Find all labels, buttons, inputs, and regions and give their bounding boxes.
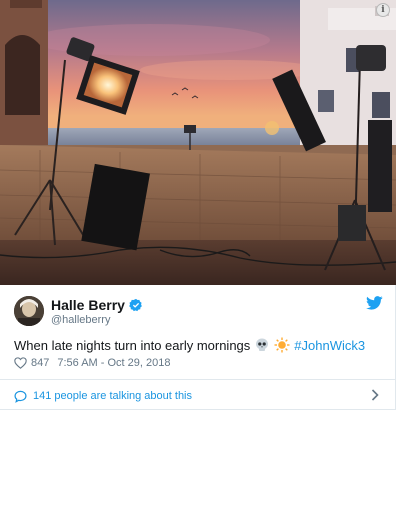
embedded-tweet-card[interactable]: i Halle Berry @halleberry When late nigh…: [0, 0, 396, 410]
tweet-header: Halle Berry @halleberry: [14, 294, 383, 330]
author-name-row[interactable]: Halle Berry: [51, 297, 143, 313]
speech-bubble-icon: [14, 390, 27, 403]
tweet-photo[interactable]: i: [0, 0, 396, 285]
conversation-link[interactable]: 141 people are talking about this: [14, 387, 379, 405]
conversation-label[interactable]: 141 people are talking about this: [33, 390, 192, 402]
avatar[interactable]: [14, 296, 44, 326]
twitter-bird-icon[interactable]: [366, 296, 383, 310]
hashtag-link[interactable]: #JohnWick3: [294, 338, 365, 353]
chevron-right-icon[interactable]: [371, 389, 379, 401]
tweet-body: When late nights turn into early morning…: [14, 337, 251, 353]
heart-icon[interactable]: [14, 357, 27, 369]
verified-badge-icon: [129, 298, 142, 312]
divider: [0, 379, 395, 380]
skull-emoji-icon: [254, 337, 270, 353]
tweet-text: When late nights turn into early morning…: [14, 337, 385, 353]
like-count[interactable]: 847: [31, 357, 49, 369]
tweet-meta: 847 7:56 AM - Oct 29, 2018: [14, 357, 170, 369]
author-handle[interactable]: @halleberry: [51, 314, 110, 326]
info-icon[interactable]: i: [376, 3, 390, 17]
sun-emoji-icon: [274, 337, 290, 353]
author-display-name[interactable]: Halle Berry: [51, 297, 125, 313]
tweet-timestamp[interactable]: 7:56 AM - Oct 29, 2018: [57, 357, 170, 369]
